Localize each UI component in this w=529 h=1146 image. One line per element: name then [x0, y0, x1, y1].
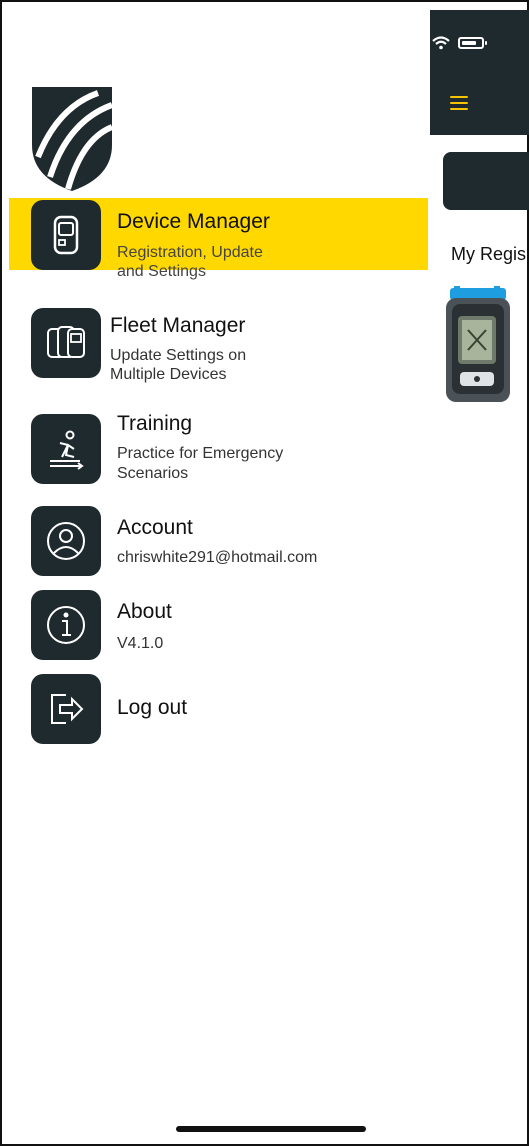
wifi-icon: [432, 36, 450, 50]
menu-title: About: [117, 600, 172, 623]
menu-item-log-out[interactable]: Log out: [9, 674, 428, 746]
app-version: V4.1.0: [117, 635, 164, 652]
my-registered-devices-label: My Regis: [451, 244, 527, 264]
device-icon: [31, 200, 101, 270]
battery-icon: [458, 37, 487, 49]
hamburger-menu-icon[interactable]: [450, 96, 468, 110]
info-icon: [31, 590, 101, 660]
menu-subtitle-line-2: Multiple Devices: [110, 366, 227, 383]
menu-title: Account: [117, 516, 193, 539]
status-bar: [432, 36, 487, 50]
app-primary-button[interactable]: [443, 152, 529, 210]
menu-title: Training: [117, 412, 193, 435]
menu-title: Device Manager: [117, 210, 270, 233]
menu-subtitle-line-1: Registration, Update: [117, 244, 263, 261]
brand-shield-logo: [32, 87, 112, 191]
menu-title: Log out: [117, 696, 188, 719]
menu-subtitle-line-2: Scenarios: [117, 465, 189, 482]
menu-subtitle-line-2: and Settings: [117, 263, 206, 280]
menu-subtitle-line-1: Update Settings on: [110, 347, 247, 364]
home-indicator[interactable]: [176, 1126, 366, 1132]
menu-title: Fleet Manager: [110, 314, 246, 337]
menu-item-fleet-manager[interactable]: Fleet Manager Update Settings on Multipl…: [9, 306, 428, 383]
menu-item-training[interactable]: Training Practice for Emergency Scenario…: [9, 410, 428, 484]
user-icon: [31, 506, 101, 576]
training-icon: [31, 414, 101, 484]
app-header: [430, 10, 529, 135]
account-email: chriswhite291@hotmail.com: [117, 549, 318, 566]
menu-item-account[interactable]: Account chriswhite291@hotmail.com: [9, 506, 428, 578]
fleet-icon: [31, 308, 101, 378]
logout-icon: [31, 674, 101, 744]
menu-item-about[interactable]: About V4.1.0: [9, 590, 428, 662]
menu-item-device-manager[interactable]: Device Manager Registration, Update and …: [9, 198, 428, 280]
gas-detector-device-image[interactable]: [442, 286, 512, 404]
menu-subtitle-line-1: Practice for Emergency: [117, 445, 284, 462]
